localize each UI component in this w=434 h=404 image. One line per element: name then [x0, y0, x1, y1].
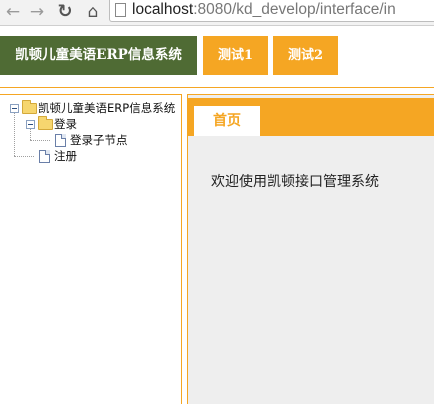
folder-open-icon [22, 100, 37, 114]
tree-node-root[interactable]: 凯顿儿童美语ERP信息系统 [0, 100, 181, 116]
tree-node-label: 登录子节点 [70, 133, 128, 147]
file-icon [55, 134, 66, 147]
browser-toolbar: ← → ↻ ⌂ localhost:8080/kd_develop/interf… [0, 0, 434, 26]
brand-title[interactable]: 凯顿儿童美语ERP信息系统 [0, 36, 197, 75]
nav-tab-test1[interactable]: 测试1 [203, 36, 268, 75]
reload-icon[interactable]: ↻ [56, 2, 74, 22]
nav-tab-test2[interactable]: 测试2 [273, 36, 338, 75]
tree-node-label: 登录 [54, 117, 77, 131]
home-icon[interactable]: ⌂ [84, 2, 102, 22]
welcome-message: 欢迎使用凯顿接口管理系统 [211, 174, 379, 190]
tree-node-login[interactable]: 登录 [0, 116, 181, 132]
address-bar[interactable]: localhost:8080/kd_develop/interface/in [109, 0, 434, 22]
collapse-toggle-icon[interactable] [10, 104, 19, 113]
app-header: 凯顿儿童美语ERP信息系统 测试1 测试2 [0, 26, 434, 88]
content-tab-bar: 首页 [188, 98, 434, 137]
tab-panel: 欢迎使用凯顿接口管理系统 [188, 136, 434, 404]
tree-node-login-child[interactable]: 登录子节点 [0, 132, 181, 148]
tree-node-register[interactable]: 注册 [0, 148, 181, 164]
forward-arrow-icon[interactable]: → [28, 2, 46, 22]
back-arrow-icon[interactable]: ← [4, 2, 22, 22]
page-icon [115, 3, 126, 17]
main-content: 首页 欢迎使用凯顿接口管理系统 [187, 94, 434, 404]
sidebar-tree: 凯顿儿童美语ERP信息系统 登录 登录子节点 注册 [0, 94, 182, 404]
url-text: localhost:8080/kd_develop/interface/in [132, 1, 396, 18]
tree-node-label: 凯顿儿童美语ERP信息系统 [38, 101, 176, 115]
folder-open-icon [38, 116, 53, 130]
file-icon [39, 150, 50, 163]
tree-node-label: 注册 [54, 149, 77, 163]
collapse-toggle-icon[interactable] [26, 120, 35, 129]
tab-home[interactable]: 首页 [194, 106, 260, 137]
